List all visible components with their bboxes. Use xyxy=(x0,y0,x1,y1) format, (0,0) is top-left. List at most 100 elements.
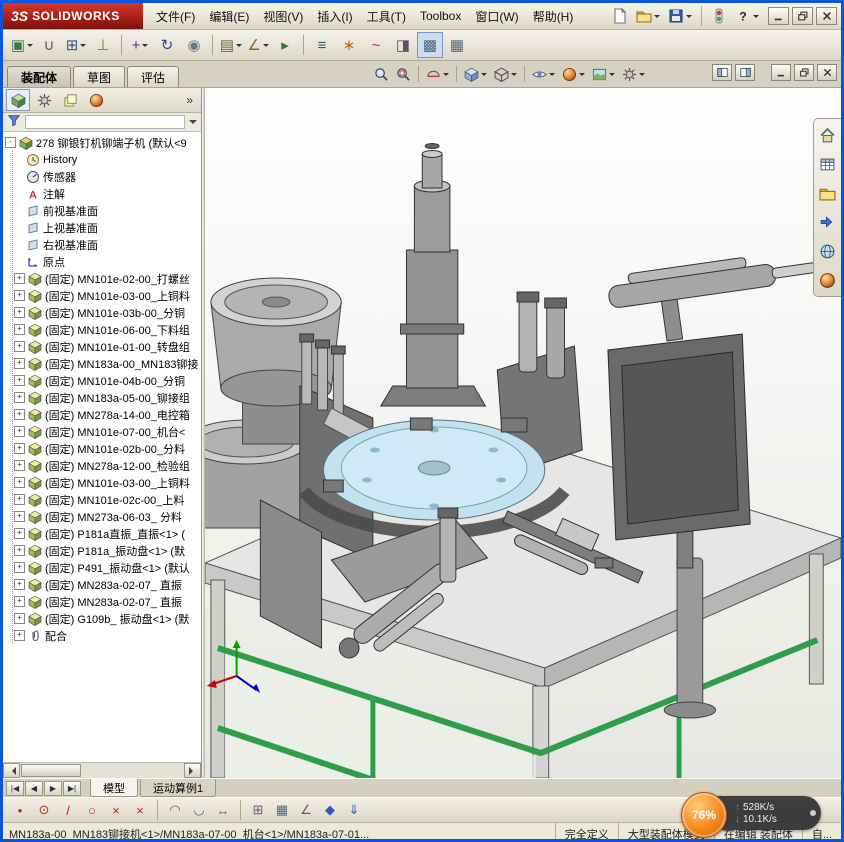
zoom-to-fit-button[interactable] xyxy=(371,63,392,85)
scrollbar-thumb[interactable] xyxy=(21,764,81,777)
menu-item[interactable]: 编辑(E) xyxy=(202,5,256,28)
expander-icon[interactable]: + xyxy=(14,630,25,641)
view-orientation-button[interactable] xyxy=(461,63,490,85)
scroll-first-button[interactable]: |◀ xyxy=(6,781,24,796)
line-tool-button[interactable]: / xyxy=(57,799,79,821)
expander-icon[interactable]: + xyxy=(14,579,25,590)
menu-item[interactable]: 插入(I) xyxy=(310,5,359,28)
menu-item[interactable]: Toolbox xyxy=(413,6,468,26)
dropdown-arrow-icon[interactable] xyxy=(263,44,269,50)
apply-scene-button[interactable] xyxy=(589,63,618,85)
tree-item[interactable]: +(固定) P181a直振_直振<1> ( xyxy=(14,525,201,542)
expander-icon[interactable]: + xyxy=(14,324,25,335)
dropdown-arrow-icon[interactable] xyxy=(654,15,660,21)
pane-overflow-chevron[interactable]: » xyxy=(181,93,198,107)
restore-button[interactable] xyxy=(794,64,814,81)
expander-icon[interactable]: + xyxy=(14,409,25,420)
featuremanager-tab[interactable] xyxy=(6,89,30,111)
minimize-button[interactable] xyxy=(768,7,789,25)
tree-item[interactable]: +(固定) MN101e-06-00_下料组 xyxy=(14,321,201,338)
scrollbar-track[interactable] xyxy=(20,763,184,778)
tree-item[interactable]: 右视基准面 xyxy=(14,236,201,253)
document-tab[interactable]: 运动算例1 xyxy=(140,779,216,797)
tree-item[interactable]: 传感器 xyxy=(14,168,201,185)
section-view-button[interactable] xyxy=(423,63,452,85)
orientation-cube-tool-button[interactable]: ◆ xyxy=(319,799,341,821)
dropdown-arrow-icon[interactable] xyxy=(686,15,692,21)
minimize-button[interactable] xyxy=(771,64,791,81)
tree-item[interactable]: +(固定) MN273a-06-03_ 分料 xyxy=(14,508,201,525)
tree-item[interactable]: +(固定) MN278a-14-00_电控箱 xyxy=(14,406,201,423)
large-assembly-mode-button[interactable]: ▩ xyxy=(417,32,443,58)
exploded-view-button[interactable]: ∗ xyxy=(336,32,362,58)
graphics-viewport[interactable] xyxy=(205,88,841,778)
hide-show-items-button[interactable] xyxy=(529,63,558,85)
insert-component-button[interactable]: ▣ xyxy=(9,32,35,58)
close-button[interactable] xyxy=(817,64,837,81)
tree-item[interactable]: +(固定) P181a_振动盘<1> (默 xyxy=(14,542,201,559)
mate-button[interactable]: ∪ xyxy=(36,32,62,58)
tree-item[interactable]: +(固定) MN101e-03-00_上铜料 xyxy=(14,474,201,491)
tree-item[interactable]: +(固定) MN101e-01-00_转盘组 xyxy=(14,338,201,355)
menu-item[interactable]: 文件(F) xyxy=(149,5,202,28)
scroll-right-button[interactable] xyxy=(184,763,201,778)
view-settings-button[interactable] xyxy=(619,63,648,85)
toolbox-status-button[interactable] xyxy=(708,5,730,27)
help-button[interactable]: ? xyxy=(732,5,762,27)
edit-appearance-button[interactable] xyxy=(559,63,588,85)
filter-field[interactable] xyxy=(25,115,185,129)
expander-icon[interactable]: + xyxy=(14,613,25,624)
center-tower[interactable] xyxy=(381,144,486,407)
dropdown-arrow-icon[interactable] xyxy=(481,73,487,79)
angle-tool-button[interactable]: ∠ xyxy=(295,799,317,821)
solidworks-forum-button[interactable] xyxy=(818,212,838,232)
arc-tool-button[interactable]: ◠ xyxy=(164,799,186,821)
document-tab[interactable]: 模型 xyxy=(90,779,138,797)
expander-icon[interactable]: + xyxy=(14,460,25,471)
command-tab[interactable]: 评估 xyxy=(127,66,179,87)
linear-component-pattern-button[interactable]: ⊞ xyxy=(63,32,89,58)
displaymanager-tab[interactable] xyxy=(84,89,108,111)
widget-handle-dot[interactable] xyxy=(810,810,816,816)
expander-icon[interactable]: - xyxy=(5,137,16,148)
dropdown-arrow-icon[interactable] xyxy=(579,73,585,79)
open-document-button[interactable] xyxy=(633,5,663,27)
new-document-button[interactable] xyxy=(609,5,631,27)
network-monitor-widget[interactable]: ↑ 528K/s ↓ 10.1K/s 76% xyxy=(681,792,821,834)
dropdown-arrow-icon[interactable] xyxy=(236,44,242,50)
expander-icon[interactable]: + xyxy=(14,562,25,573)
expander-icon[interactable]: + xyxy=(14,290,25,301)
tree-item[interactable]: +(固定) MN278a-12-00_检验组 xyxy=(14,457,201,474)
menu-item[interactable]: 帮助(H) xyxy=(526,5,581,28)
smart-fasteners-button[interactable]: ⊥ xyxy=(90,32,116,58)
assembly-features-button[interactable]: ▤ xyxy=(218,32,244,58)
tree-item[interactable]: +(固定) MN101e-04b-00_分铜 xyxy=(14,372,201,389)
dropdown-arrow-icon[interactable] xyxy=(511,73,517,79)
pane-right-button[interactable] xyxy=(735,64,755,81)
dropdown-arrow-icon[interactable] xyxy=(549,73,555,79)
rotate-component-button[interactable]: ↻ xyxy=(154,32,180,58)
tree-item[interactable]: +配合 xyxy=(14,627,201,644)
scroll-next-button[interactable]: ▶ xyxy=(44,781,62,796)
cross-point-tool-button[interactable]: × xyxy=(105,799,127,821)
anchor-tool-button[interactable]: ⇓ xyxy=(343,799,365,821)
expander-icon[interactable]: + xyxy=(14,528,25,539)
dropdown-arrow-icon[interactable] xyxy=(753,15,759,21)
filter-funnel-icon[interactable] xyxy=(7,113,21,132)
move-component-button[interactable]: + xyxy=(127,32,153,58)
scroll-left-button[interactable] xyxy=(3,763,20,778)
reference-geometry-button[interactable]: ∠ xyxy=(245,32,271,58)
expander-icon[interactable]: + xyxy=(14,443,25,454)
expander-icon[interactable]: + xyxy=(14,477,25,488)
expander-icon[interactable]: + xyxy=(14,596,25,607)
command-tab[interactable]: 草图 xyxy=(73,66,125,87)
dropdown-arrow-icon[interactable] xyxy=(142,44,148,50)
tree-item[interactable]: +(固定) MN101e-07-00_机台< xyxy=(14,423,201,440)
close-button[interactable] xyxy=(816,7,837,25)
tree-item[interactable]: 上视基准面 xyxy=(14,219,201,236)
explode-line-sketch-button[interactable]: ~ xyxy=(363,32,389,58)
pane-left-button[interactable] xyxy=(712,64,732,81)
usage-badge[interactable]: 76% xyxy=(681,792,727,838)
tree-item[interactable]: +(固定) MN101e-02-00_打螺丝 xyxy=(14,270,201,287)
expander-icon[interactable]: + xyxy=(14,545,25,556)
